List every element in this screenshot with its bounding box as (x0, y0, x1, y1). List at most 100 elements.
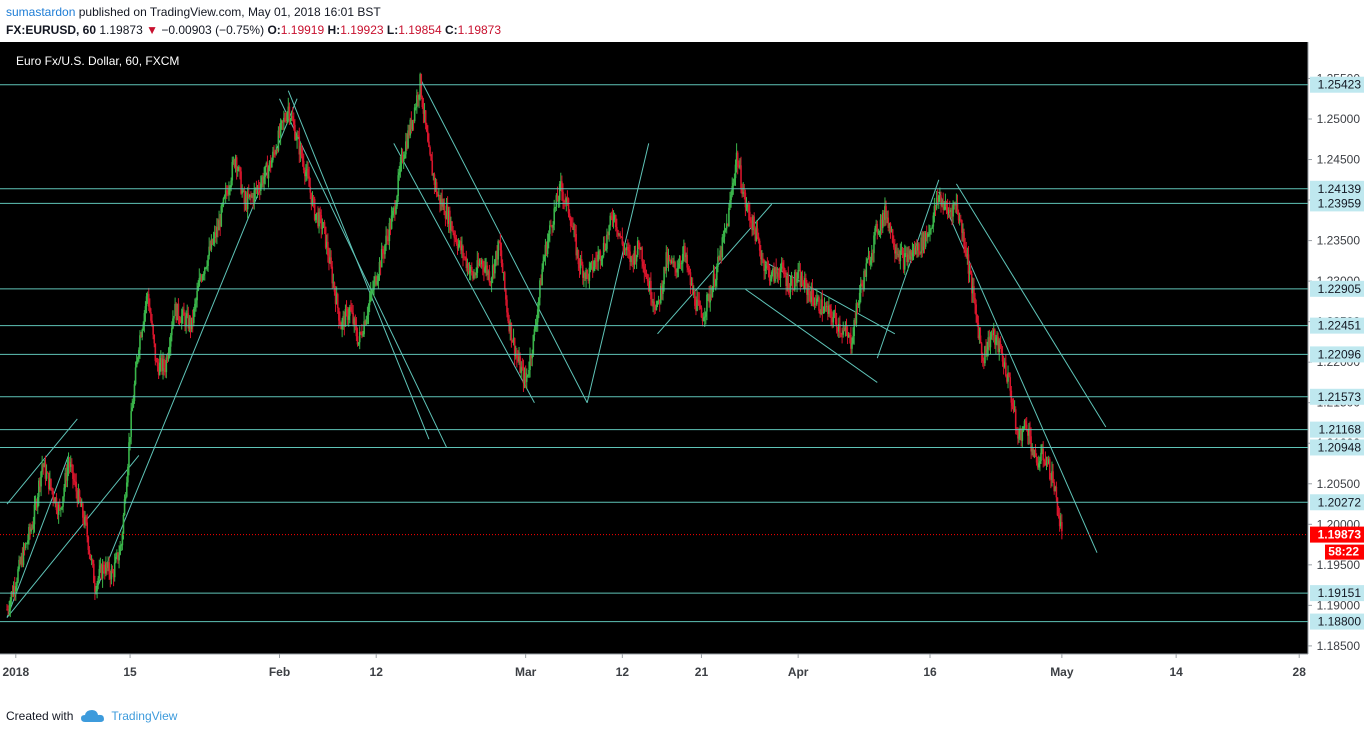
candle-body (756, 228, 759, 237)
price-chart[interactable]: 1.185001.190001.195001.200001.205001.210… (0, 42, 1372, 698)
candle-body (128, 442, 130, 467)
candle-body (677, 268, 680, 269)
candle-body (239, 167, 241, 172)
candle-body (155, 360, 158, 363)
tradingview-link[interactable]: TradingView (111, 709, 177, 723)
candle-body (812, 296, 815, 305)
candle-body (979, 335, 982, 344)
candle-body (468, 270, 471, 274)
candle-body (1014, 409, 1017, 431)
candle-body (490, 277, 493, 284)
candle-body (347, 315, 350, 320)
candle-body (706, 294, 708, 312)
candle-body (635, 254, 638, 262)
time-tick-label: May (1050, 665, 1074, 679)
candle-body (74, 481, 76, 482)
candle-body (267, 168, 270, 179)
candle-body (156, 362, 159, 367)
candle-body (223, 195, 226, 199)
candle-body (1055, 486, 1058, 498)
candle-body (734, 164, 737, 179)
candle-body (766, 263, 769, 266)
candle-body (284, 117, 286, 121)
candle-body (351, 310, 353, 313)
candle-body (822, 312, 825, 314)
candle-body (331, 266, 334, 284)
open-label: O: (267, 23, 281, 37)
candle-body (609, 215, 612, 226)
candle-body (294, 124, 296, 140)
candle-body (462, 246, 464, 257)
candle-body (769, 278, 772, 281)
candle-body (653, 301, 656, 307)
candle-body (877, 232, 880, 234)
ohlc-info: FX:EURUSD, 60 1.19873 ▼ −0.00903 (−0.75%… (6, 23, 501, 37)
candle-body (195, 300, 197, 304)
change-value: −0.00903 (−0.75%) (161, 23, 265, 37)
candle-body (744, 192, 747, 208)
candle-body (196, 290, 198, 301)
candle-body (700, 307, 703, 318)
candle-body (505, 289, 507, 300)
candle-body (231, 162, 234, 181)
candle-body (777, 272, 780, 277)
candle-body (597, 254, 599, 262)
candle-body (1005, 362, 1007, 376)
candle-body (457, 244, 460, 249)
candle-body (796, 278, 798, 283)
candle-body (547, 233, 550, 241)
candle-body (656, 300, 659, 305)
time-axis (0, 654, 1308, 698)
candle-body (320, 215, 323, 229)
candle-body (964, 246, 966, 251)
candle-body (553, 208, 556, 225)
candle-body (865, 263, 868, 277)
candle-body (1008, 372, 1010, 378)
candle-body (830, 309, 832, 318)
level-label-text: 1.22451 (1318, 319, 1362, 333)
candle-body (301, 156, 304, 161)
level-label-text: 1.21573 (1318, 390, 1362, 404)
candle-body (123, 499, 126, 515)
candle-body (781, 262, 784, 267)
author-link[interactable]: sumastardon (6, 5, 75, 19)
candle-body (484, 267, 486, 272)
candle-body (207, 255, 209, 267)
candle-body (513, 338, 516, 357)
candle-body (333, 282, 336, 292)
candle-body (120, 545, 123, 547)
close-value: 1.19873 (457, 23, 502, 37)
candle-body (302, 160, 305, 171)
candle-body (736, 152, 739, 167)
candle-body (797, 270, 799, 279)
candle-body (61, 506, 63, 509)
candle-body (703, 316, 706, 318)
candle-body (834, 312, 837, 319)
candle-body (1042, 448, 1044, 460)
candle-body (395, 206, 397, 214)
candle-body (783, 266, 785, 275)
candle-body (305, 172, 307, 177)
candle-body (452, 230, 454, 233)
chart-title: Euro Fx/U.S. Dollar, 60, FXCM (16, 54, 179, 68)
candle-body (603, 242, 606, 250)
candle-body (73, 478, 75, 482)
candle-body (291, 116, 294, 121)
candle-body (975, 304, 977, 316)
candle-body (594, 260, 596, 267)
candle-body (973, 286, 975, 299)
candle-body (533, 329, 536, 335)
candle-body (230, 180, 232, 188)
candle-body (60, 508, 62, 510)
candle-body (470, 266, 473, 272)
candle-body (937, 195, 940, 202)
candle-body (66, 467, 69, 481)
candle-body (740, 165, 742, 189)
candle-body (72, 464, 74, 479)
time-tick-label: 14 (1169, 665, 1183, 679)
candle-body (557, 200, 560, 202)
candle-body (264, 166, 267, 177)
candle-body (323, 222, 326, 227)
candle-body (870, 252, 873, 261)
candle-body (779, 268, 782, 278)
